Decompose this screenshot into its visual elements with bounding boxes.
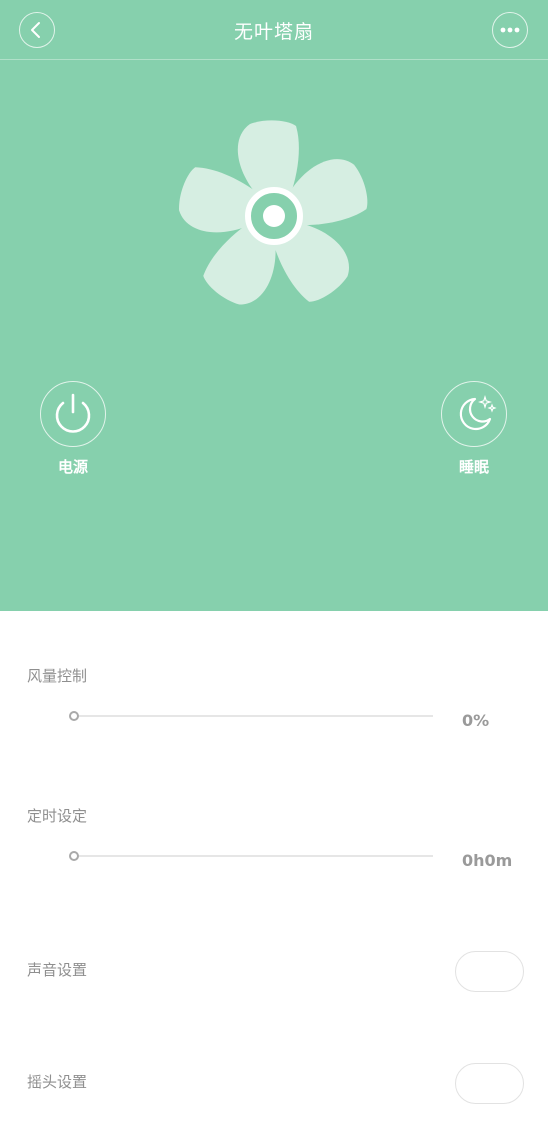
timer-slider-thumb[interactable] — [69, 851, 79, 861]
wind-slider[interactable] — [75, 715, 433, 717]
power-icon — [55, 393, 90, 433]
wind-value: 0% — [462, 711, 490, 730]
page-title: 无叶塔扇 — [233, 21, 314, 43]
timer-value: 0h0m — [462, 851, 513, 870]
more-button[interactable] — [492, 12, 528, 48]
power-label: 电源 — [57, 458, 88, 476]
timer-label: 定时设定 — [27, 807, 88, 825]
header-bar: 无叶塔扇 — [0, 0, 548, 60]
sound-toggle[interactable] — [455, 951, 524, 992]
power-control[interactable]: 电源 — [40, 381, 108, 477]
moon-stars-icon — [459, 394, 497, 430]
wind-control-label: 风量控制 — [27, 667, 88, 685]
sleep-label: 睡眠 — [458, 458, 489, 476]
more-dots-icon — [500, 27, 519, 32]
sleep-button[interactable] — [441, 381, 507, 447]
swing-setting-label: 摇头设置 — [27, 1073, 88, 1091]
sound-setting-label: 声音设置 — [27, 961, 88, 979]
power-button[interactable] — [40, 381, 106, 447]
control-panel: 无叶塔扇 电源 睡眠 — [0, 0, 548, 611]
fan-icon — [179, 120, 368, 305]
sleep-control[interactable]: 睡眠 — [441, 381, 509, 477]
timer-slider[interactable] — [75, 855, 433, 857]
wind-slider-thumb[interactable] — [69, 711, 79, 721]
swing-toggle[interactable] — [455, 1063, 524, 1104]
